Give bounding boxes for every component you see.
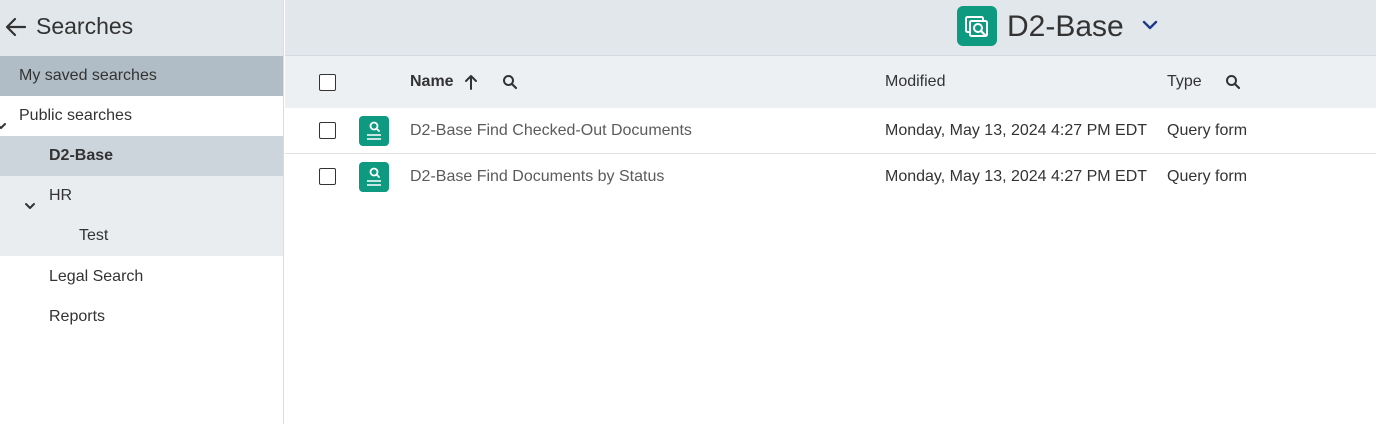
searches-sidebar: Searches My saved searches Public search… <box>0 0 284 424</box>
table-row[interactable]: D2-Base Find Checked-Out Documents Monda… <box>285 108 1376 154</box>
back-arrow-icon[interactable] <box>2 13 30 41</box>
sidebar-item-label: Reports <box>49 308 106 325</box>
main-content: D2-Base Name Modified Type D2-Base Find … <box>285 0 1376 424</box>
row-type: Query form <box>1167 168 1248 185</box>
sort-ascending-arrow-icon[interactable] <box>463 73 479 91</box>
sidebar-item-label: D2-Base <box>49 147 114 164</box>
sidebar-item-reports[interactable]: Reports <box>0 297 283 337</box>
table-header: Name Modified Type <box>285 56 1376 108</box>
sidebar-header: Searches <box>0 0 283 56</box>
chevron-down-icon[interactable] <box>0 109 8 129</box>
type-search-icon[interactable] <box>1225 74 1241 90</box>
query-form-icon <box>359 162 389 192</box>
row-name[interactable]: D2-Base Find Checked-Out Documents <box>410 108 692 154</box>
row-name[interactable]: D2-Base Find Documents by Status <box>410 154 664 200</box>
row-checkbox[interactable] <box>319 168 336 185</box>
select-all-checkbox[interactable] <box>319 74 336 91</box>
sidebar-item-label: Test <box>79 227 109 244</box>
column-header-modified[interactable]: Modified <box>885 56 945 108</box>
table-row[interactable]: D2-Base Find Documents by Status Monday,… <box>285 154 1376 200</box>
search-folder-icon <box>957 6 997 46</box>
row-checkbox[interactable] <box>319 122 336 139</box>
column-header-type[interactable]: Type <box>1167 56 1202 108</box>
row-type: Query form <box>1167 122 1248 139</box>
chevron-down-icon[interactable] <box>1139 14 1161 36</box>
sidebar-item-d2-base[interactable]: D2-Base <box>0 136 283 176</box>
page-title: D2-Base <box>1007 10 1124 43</box>
row-modified: Monday, May 13, 2024 4:27 PM EDT <box>885 168 1148 185</box>
sidebar-item-my-saved-searches[interactable]: My saved searches <box>0 56 283 96</box>
sidebar-item-public-searches[interactable]: Public searches <box>0 96 283 136</box>
sidebar-title: Searches <box>36 13 134 39</box>
sidebar-item-label: HR <box>49 187 73 204</box>
name-search-icon[interactable] <box>502 74 518 90</box>
top-bar: D2-Base <box>285 0 1376 56</box>
query-form-icon <box>359 116 389 146</box>
sidebar-item-legal-search[interactable]: Legal Search <box>0 257 283 297</box>
sidebar-item-label: Public searches <box>19 107 132 124</box>
sidebar-item-hr[interactable]: HR <box>0 176 283 216</box>
chevron-down-icon[interactable] <box>23 189 37 209</box>
sidebar-item-test[interactable]: Test <box>0 216 283 256</box>
row-modified: Monday, May 13, 2024 4:27 PM EDT <box>885 122 1148 139</box>
sidebar-item-label: Legal Search <box>49 268 144 285</box>
column-header-name[interactable]: Name <box>410 56 454 108</box>
sidebar-item-label: My saved searches <box>19 67 157 84</box>
